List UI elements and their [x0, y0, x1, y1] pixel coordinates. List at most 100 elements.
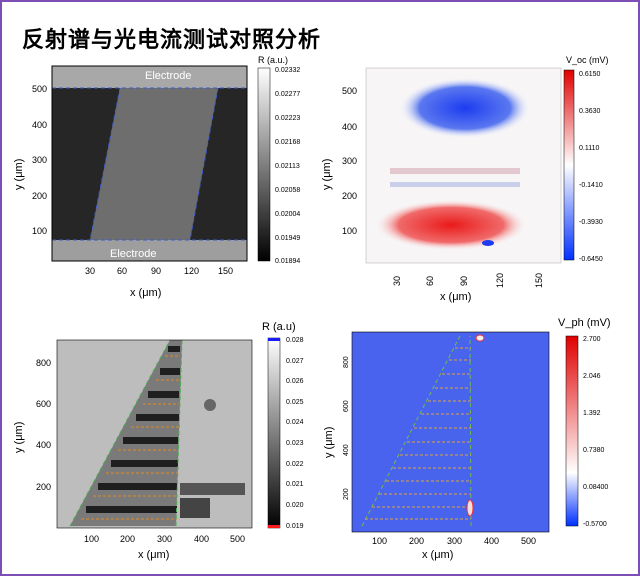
positive-voc-region [376, 200, 526, 250]
y-tick-label: 300 [342, 156, 357, 166]
stripe [111, 460, 178, 467]
colorbar [565, 335, 579, 527]
colorbar-tick-label: 0.024 [286, 419, 304, 426]
y-tick-labels: 800 600 400 200 [343, 356, 350, 500]
electrode-label-bottom: Electrode [110, 248, 156, 260]
colorbar-tick-label: 0.023 [286, 440, 304, 447]
colorbar-tick-label: 0.3630 [579, 108, 601, 115]
weak-signal-stripe [390, 168, 520, 174]
colorbar-tick-labels: 0.02332 0.02277 0.02223 0.02168 0.02113 … [275, 67, 300, 265]
colorbar-max-cap [268, 338, 280, 341]
colorbar-tick-label: 0.027 [286, 358, 304, 365]
colorbar-tick-label: 0.6150 [579, 71, 601, 78]
stripe [168, 346, 180, 352]
y-tick-label: 500 [342, 86, 357, 96]
x-tick-labels: 100 200 300 400 500 [84, 534, 245, 544]
colorbar-tick-label: 0.021 [286, 481, 304, 488]
colorbar-tick-labels: 0.6150 0.3630 0.1110 -0.1410 -0.3930 -0.… [579, 71, 603, 263]
x-tick-label: 90 [459, 276, 469, 286]
colorbar-tick-label: 0.01894 [275, 258, 300, 265]
colorbar [257, 67, 271, 262]
colorbar-tick-label: 0.1110 [579, 145, 599, 152]
negative-voc-region [400, 78, 530, 138]
x-axis-label: x (μm) [138, 549, 169, 561]
colorbar-title: V_ph (mV) [558, 318, 611, 329]
colorbar-tick-label: 0.02332 [275, 67, 300, 74]
x-tick-label: 120 [184, 266, 199, 276]
y-tick-label: 200 [343, 488, 350, 500]
hot-spot-top [475, 334, 485, 342]
y-tick-label: 600 [36, 399, 51, 409]
y-tick-label: 400 [343, 444, 350, 456]
colorbar-tick-label: 0.028 [286, 337, 304, 344]
x-tick-label: 150 [534, 273, 544, 288]
colorbar-tick-label: 0.01949 [275, 235, 300, 242]
x-tick-label: 200 [409, 536, 424, 546]
x-tick-label: 150 [218, 266, 233, 276]
colorbar-tick-label: 0.026 [286, 378, 304, 385]
y-tick-labels: 500 400 300 200 100 [32, 84, 47, 236]
y-tick-labels: 800 600 400 200 [36, 358, 51, 492]
x-tick-label: 60 [117, 266, 127, 276]
colorbar-min-cap [268, 525, 280, 528]
colorbar-title: V_oc (mV) [566, 55, 609, 65]
x-tick-label: 60 [425, 276, 435, 286]
y-tick-label: 800 [343, 356, 350, 368]
colorbar-tick-label: 0.02168 [275, 139, 300, 146]
stripe [148, 391, 179, 398]
colorbar-tick-labels: 2.700 2.046 1.392 0.7380 0.08400 -0.5700 [583, 336, 608, 528]
colorbar-tick-label: 0.7380 [583, 447, 605, 454]
y-axis-label: y (μm) [323, 427, 335, 458]
electrode-label-top: Electrode [145, 70, 191, 82]
x-tick-label: 30 [85, 266, 95, 276]
y-tick-label: 300 [32, 155, 47, 165]
x-axis-label: x (μm) [440, 291, 471, 303]
x-tick-label: 100 [372, 536, 387, 546]
colorbar-title: R (a.u) [262, 321, 296, 333]
stripe [123, 437, 178, 444]
colorbar-tick-label: 2.046 [583, 373, 601, 380]
reflection-map-panel-3: 100 200 300 400 500 800 600 400 200 x (μ… [13, 321, 304, 561]
x-tick-labels: 30 60 90 120 150 [392, 273, 544, 288]
colorbar-tick-label: 0.02277 [275, 91, 300, 98]
dark-patch [180, 498, 210, 518]
hot-spot-bottom [466, 499, 474, 517]
voc-map-panel-2: 30 60 90 120 150 500 400 300 200 100 x (… [321, 55, 609, 303]
colorbar-tick-label: 0.02113 [275, 163, 300, 170]
x-tick-label: 100 [84, 534, 99, 544]
y-tick-label: 400 [32, 120, 47, 130]
y-tick-label: 500 [32, 84, 47, 94]
colorbar-tick-label: -0.3930 [579, 219, 603, 226]
y-tick-label: 200 [36, 482, 51, 492]
x-tick-label: 500 [230, 534, 245, 544]
stripe [86, 506, 177, 513]
blue-spot [482, 240, 494, 246]
y-axis-label: y (μm) [13, 422, 25, 453]
vph-map-panel-4: 100 200 300 400 500 800 600 400 200 x (μ… [323, 318, 611, 561]
defect-spot [204, 399, 216, 411]
colorbar-tick-label: 0.02223 [275, 115, 300, 122]
y-tick-label: 200 [32, 191, 47, 201]
colorbar-tick-label: 0.02058 [275, 187, 300, 194]
y-tick-label: 400 [36, 440, 51, 450]
colorbar-tick-label: -0.5700 [583, 521, 607, 528]
x-tick-label: 30 [392, 276, 402, 286]
x-tick-label: 120 [495, 273, 505, 288]
colorbar-tick-labels: 0.028 0.027 0.026 0.025 0.024 0.023 0.02… [286, 337, 304, 530]
colorbar-tick-label: 0.08400 [583, 484, 608, 491]
x-tick-labels: 100 200 300 400 500 [372, 536, 536, 546]
colorbar [563, 69, 575, 261]
x-tick-label: 500 [521, 536, 536, 546]
x-axis-label: x (μm) [130, 287, 161, 299]
stripe [136, 414, 179, 421]
dark-patch [180, 483, 245, 495]
y-tick-label: 200 [342, 191, 357, 201]
x-tick-label: 300 [157, 534, 172, 544]
y-tick-labels: 500 400 300 200 100 [342, 86, 357, 236]
colorbar-tick-label: -0.1410 [579, 182, 603, 189]
x-tick-label: 400 [194, 534, 209, 544]
y-tick-label: 100 [342, 226, 357, 236]
stripe [160, 368, 180, 375]
colorbar-title: R (a.u.) [258, 55, 288, 65]
y-axis-label: y (μm) [321, 159, 333, 190]
